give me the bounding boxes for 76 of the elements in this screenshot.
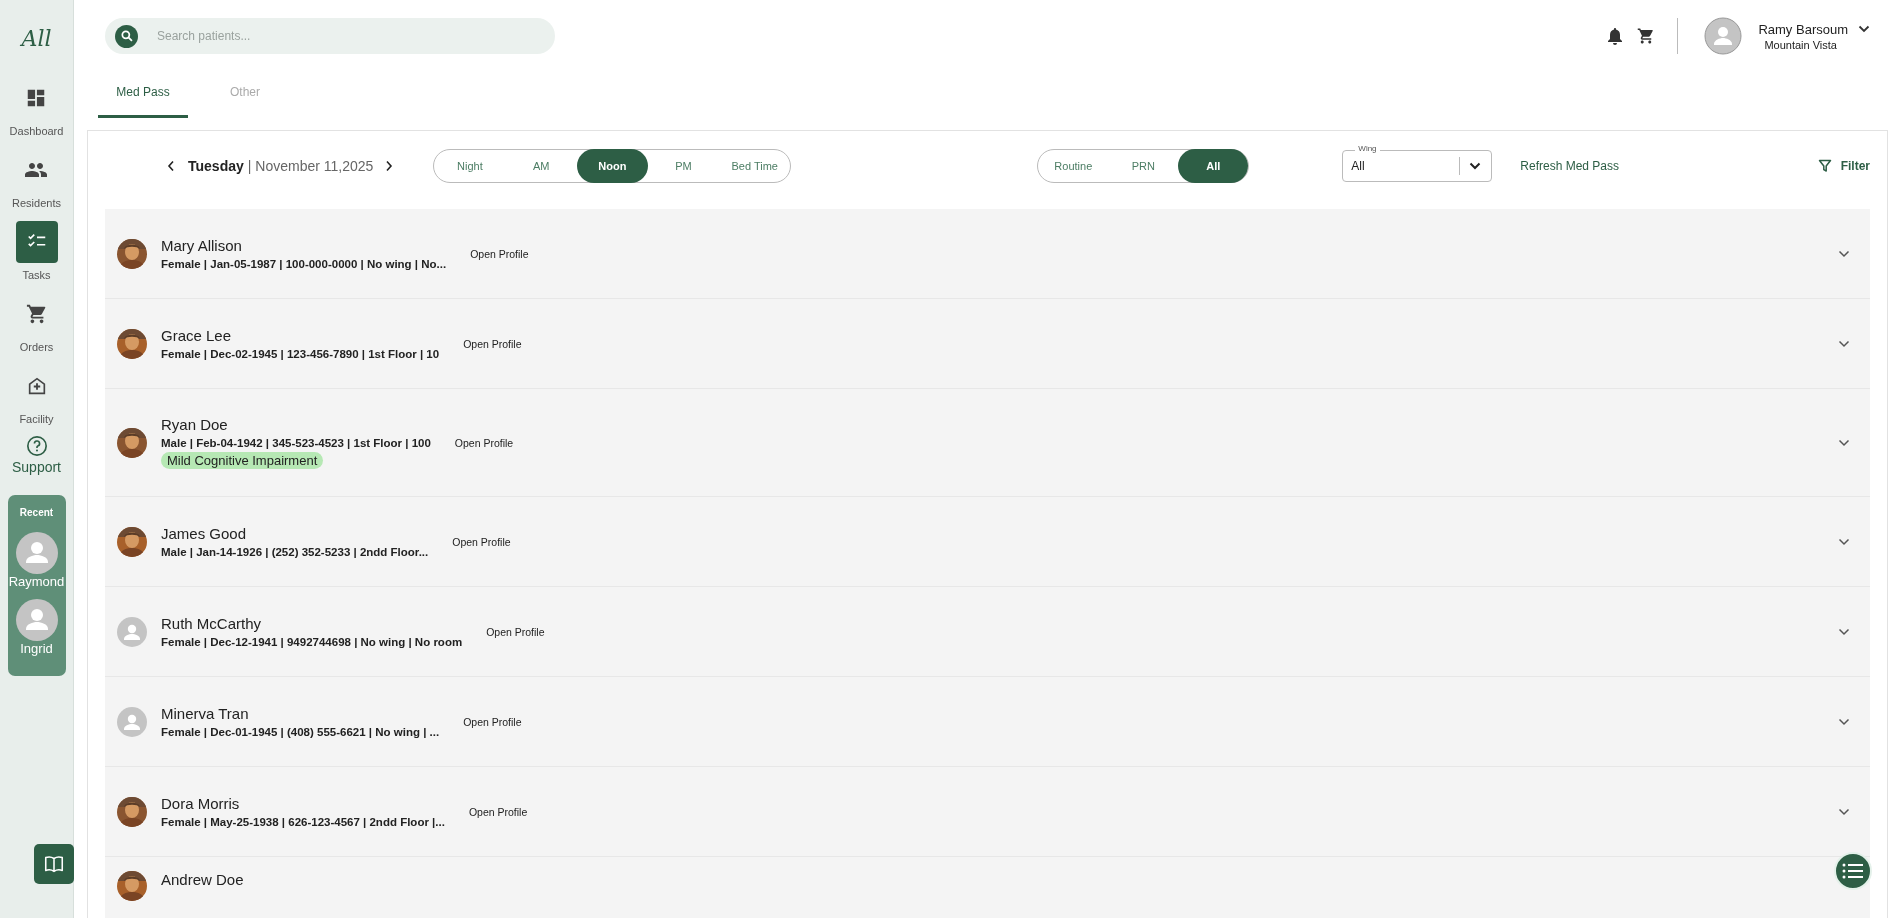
book-button[interactable]: [33, 844, 74, 884]
resident-details: Female | Dec-02-1945 | 123-456-7890 | 1st Floor | 10: [161, 348, 440, 360]
open-profile-link[interactable]: Open Profile: [452, 535, 511, 548]
list-icon: [1842, 862, 1864, 880]
refresh-button[interactable]: Refresh Med Pass: [1520, 159, 1620, 173]
chevron-down-icon[interactable]: [1838, 339, 1850, 348]
chevron-down-icon[interactable]: [1838, 249, 1850, 258]
chevron-down-icon[interactable]: [1858, 25, 1870, 33]
resident-name: Dora Morris: [161, 795, 241, 812]
filter-icon[interactable]: [1817, 159, 1832, 173]
resident-name: Grace Lee: [161, 327, 233, 344]
resident-details: Female | May-25-1938 | 626-123-4567 | 2ndd Floor |...: [161, 816, 445, 828]
bell-icon[interactable]: [1607, 27, 1624, 45]
resident-name: James Good: [161, 525, 248, 542]
chevron-down-icon[interactable]: [1838, 438, 1850, 447]
resident-name: Ruth McCarthy: [161, 615, 263, 632]
nav-label[interactable]: Orders: [19, 341, 54, 353]
resident-name: Mary Allison: [161, 237, 243, 254]
resident-name: Ryan Doe: [161, 416, 229, 433]
open-profile-link[interactable]: Open Profile: [454, 436, 514, 449]
type-option[interactable]: PRN: [1108, 149, 1179, 183]
app-logo: All: [21, 26, 52, 51]
resident-details: Male | Feb-04-1942 | 345-523-4523 | 1st Floor | 100: [161, 437, 431, 449]
day-label: Tuesday: [188, 158, 244, 174]
book-icon: [42, 853, 65, 875]
checklist-icon[interactable]: [15, 221, 58, 263]
search-icon[interactable]: [115, 24, 138, 48]
user-name[interactable]: Ramy Barsoum: [1758, 21, 1848, 37]
type-option[interactable]: Routine: [1038, 149, 1109, 183]
resident-details: Female | Dec-01-1945 | (408) 555-6621 | No wing | ...: [161, 726, 440, 738]
chevron-down-icon[interactable]: [1838, 807, 1850, 816]
diagnosis-tag: Mild Cognitive Impairment: [161, 452, 324, 469]
search-field[interactable]: Search patients...: [105, 18, 555, 54]
support-link[interactable]: Support: [11, 459, 61, 475]
help-icon[interactable]: [25, 435, 48, 457]
shift-option[interactable]: PM: [647, 149, 720, 183]
avatar-icon[interactable]: [15, 532, 58, 574]
wing-value: All: [1351, 159, 1366, 173]
shift-option[interactable]: Noon: [576, 149, 648, 183]
shift-option[interactable]: Night: [434, 149, 506, 183]
open-profile-link[interactable]: Open Profile: [463, 337, 522, 350]
type-option[interactable]: All: [1178, 149, 1249, 183]
resident-details: Female | Jan-05-1987 | 100-000-0000 | No wing | No...: [161, 258, 447, 270]
shift-option[interactable]: Bed Time: [719, 149, 791, 183]
nav-label[interactable]: Tasks: [22, 269, 51, 281]
chevron-down-icon[interactable]: [1469, 162, 1482, 170]
chevron-left-icon[interactable]: [167, 160, 175, 172]
nav-label[interactable]: Facility: [19, 413, 54, 425]
open-profile-link[interactable]: Open Profile: [470, 247, 529, 260]
resident-details: Male | Jan-14-1926 | (252) 352-5233 | 2ndd Floor...: [161, 546, 429, 558]
tab[interactable]: Med Pass: [98, 72, 188, 118]
shift-option[interactable]: AM: [505, 149, 577, 183]
open-profile-link[interactable]: Open Profile: [486, 625, 545, 638]
chevron-down-icon[interactable]: [1838, 717, 1850, 726]
facility-name: Mountain Vista: [1764, 38, 1838, 51]
date-label: | November 11,2025: [247, 158, 374, 174]
resident-details: Female | Dec-12-1941 | 9492744698 | No wing | No room: [161, 636, 463, 648]
cart-icon[interactable]: [1637, 27, 1656, 45]
chevron-right-icon[interactable]: [385, 160, 394, 172]
avatar-icon[interactable]: [15, 599, 58, 641]
resident-name: Andrew Doe: [161, 871, 244, 888]
resident-name: Minerva Tran: [161, 705, 250, 722]
recent-name[interactable]: Raymond: [8, 574, 65, 589]
nav-label[interactable]: Dashboard: [9, 125, 64, 137]
avatar-icon: [117, 616, 147, 647]
open-profile-link[interactable]: Open Profile: [463, 715, 522, 728]
recent-title: Recent: [19, 507, 54, 518]
chevron-down-icon[interactable]: [1838, 537, 1850, 546]
open-profile-link[interactable]: Open Profile: [468, 805, 528, 818]
search-input[interactable]: Search patients...: [155, 28, 555, 44]
wing-label: Wing: [1355, 144, 1380, 153]
recent-name[interactable]: Ingrid: [20, 641, 53, 656]
chevron-down-icon[interactable]: [1838, 627, 1850, 636]
filter-button[interactable]: Filter: [1840, 159, 1870, 173]
nav-label[interactable]: Residents: [12, 197, 61, 209]
avatar-icon: [117, 706, 147, 737]
